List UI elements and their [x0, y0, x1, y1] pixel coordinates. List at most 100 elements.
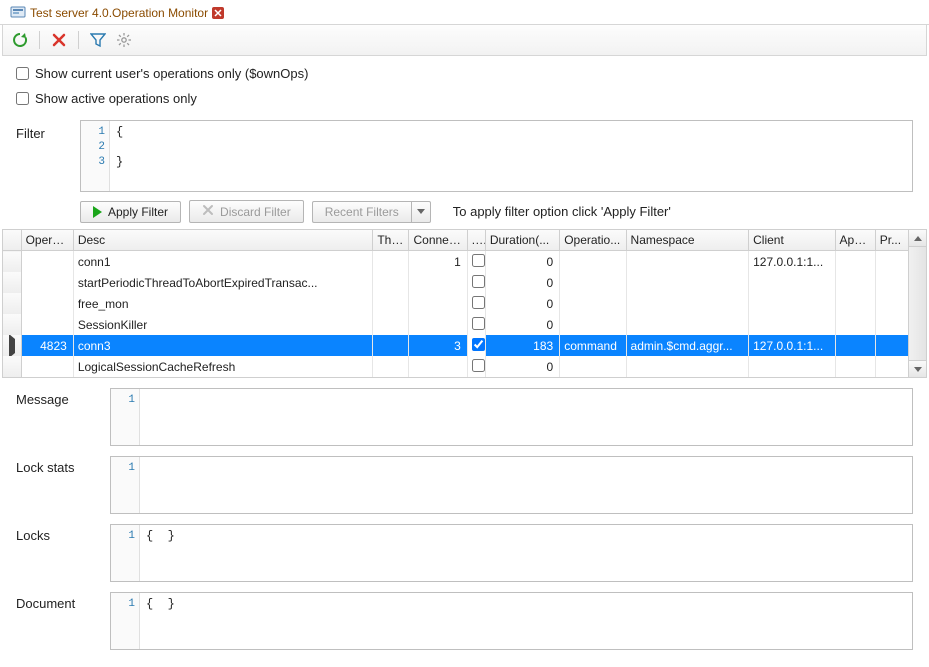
cell-operation [560, 272, 626, 293]
cell-connec [409, 314, 467, 335]
col-thr[interactable]: Thr... [373, 230, 409, 251]
cell-duration: 0 [485, 293, 559, 314]
scroll-up-icon[interactable] [909, 230, 926, 247]
cell-app [835, 293, 875, 314]
table-row[interactable]: startPeriodicThreadToAbortExpiredTransac… [3, 272, 910, 293]
cell-duration: 183 [485, 335, 559, 356]
cell-app [835, 356, 875, 377]
cell-checkbox[interactable] [467, 251, 485, 273]
cell-connec: 3 [409, 335, 467, 356]
col-app[interactable]: App ... [835, 230, 875, 251]
delete-button[interactable] [48, 29, 70, 51]
lock-stats-editor[interactable]: 1 [110, 456, 913, 514]
cell-pr [875, 356, 909, 377]
row-header[interactable] [3, 314, 21, 335]
row-header[interactable] [3, 293, 21, 314]
cell-desc: LogicalSessionCacheRefresh [73, 356, 372, 377]
row-checkbox[interactable] [472, 317, 485, 330]
col-opera[interactable]: Opera... [21, 230, 73, 251]
recent-filters-dropdown[interactable] [411, 201, 431, 223]
row-header[interactable] [3, 356, 21, 377]
col-chk[interactable]: ... [467, 230, 485, 251]
row-checkbox[interactable] [472, 254, 485, 267]
lock-stats-label: Lock stats [16, 456, 96, 475]
grid-header-row: Opera... Desc Thr... Connec... ... Durat… [3, 230, 910, 251]
discard-icon [202, 204, 214, 219]
monitor-icon [10, 5, 26, 21]
recent-filters-button[interactable]: Recent Filters [312, 201, 431, 223]
row-checkbox[interactable] [472, 275, 485, 288]
grid-scrollbar[interactable] [908, 230, 926, 377]
cell-duration: 0 [485, 251, 559, 273]
cell-desc: SessionKiller [73, 314, 372, 335]
cell-opera [21, 356, 73, 377]
locks-label: Locks [16, 524, 96, 543]
cell-connec [409, 272, 467, 293]
cell-desc: conn3 [73, 335, 372, 356]
own-ops-checkbox-row[interactable]: Show current user's operations only ($ow… [16, 66, 913, 81]
message-editor[interactable]: 1 [110, 388, 913, 446]
document-editor[interactable]: 1 { } [110, 592, 913, 650]
detail-locks: Locks 1 { } [0, 524, 929, 592]
row-header[interactable] [3, 251, 21, 273]
col-rowheader[interactable] [3, 230, 21, 251]
table-row[interactable]: conn110127.0.0.1:1... [3, 251, 910, 273]
col-client[interactable]: Client [749, 230, 835, 251]
filter-label: Filter [16, 120, 66, 141]
cell-operation: command [560, 335, 626, 356]
cell-connec: 1 [409, 251, 467, 273]
row-checkbox[interactable] [472, 359, 485, 372]
tab-operation-monitor[interactable]: Test server 4.0.Operation Monitor [4, 3, 230, 23]
cell-desc: free_mon [73, 293, 372, 314]
discard-filter-button[interactable]: Discard Filter [189, 200, 304, 223]
cell-checkbox[interactable] [467, 293, 485, 314]
cell-pr [875, 314, 909, 335]
cell-namespace [626, 272, 749, 293]
cell-thr [373, 251, 409, 273]
cell-duration: 0 [485, 272, 559, 293]
col-pr[interactable]: Pr... [875, 230, 909, 251]
active-only-checkbox-row[interactable]: Show active operations only [16, 91, 913, 106]
col-connec[interactable]: Connec... [409, 230, 467, 251]
cell-checkbox[interactable] [467, 314, 485, 335]
own-ops-checkbox[interactable] [16, 67, 29, 80]
refresh-button[interactable] [9, 29, 31, 51]
cell-checkbox[interactable] [467, 356, 485, 377]
cell-app [835, 251, 875, 273]
scroll-down-icon[interactable] [909, 360, 926, 377]
own-ops-label: Show current user's operations only ($ow… [35, 66, 308, 81]
close-icon[interactable] [212, 7, 224, 19]
col-operation[interactable]: Operatio... [560, 230, 626, 251]
filter-editor[interactable]: 1 2 3 { } [80, 120, 913, 192]
cell-operation [560, 293, 626, 314]
cell-opera [21, 251, 73, 273]
cell-client: 127.0.0.1:1... [749, 251, 835, 273]
filter-icon-button[interactable] [87, 29, 109, 51]
table-row[interactable]: LogicalSessionCacheRefresh0 [3, 356, 910, 377]
table-row[interactable]: free_mon 0 [3, 293, 910, 314]
col-namespace[interactable]: Namespace [626, 230, 749, 251]
row-checkbox[interactable] [472, 296, 485, 309]
col-desc[interactable]: Desc [73, 230, 372, 251]
row-header[interactable] [3, 335, 21, 356]
filter-code[interactable]: { } [110, 121, 912, 191]
gear-icon-button[interactable] [113, 29, 135, 51]
row-checkbox[interactable] [472, 338, 485, 351]
apply-filter-button[interactable]: Apply Filter [80, 201, 181, 223]
table-row[interactable]: 4823conn33183commandadmin.$cmd.aggr...12… [3, 335, 910, 356]
cell-thr [373, 293, 409, 314]
separator [78, 31, 79, 49]
cell-opera [21, 314, 73, 335]
cell-connec [409, 356, 467, 377]
filter-hint: To apply filter option click 'Apply Filt… [453, 204, 671, 219]
cell-checkbox[interactable] [467, 272, 485, 293]
active-only-label: Show active operations only [35, 91, 197, 106]
table-row[interactable]: SessionKiller0 [3, 314, 910, 335]
locks-editor[interactable]: 1 { } [110, 524, 913, 582]
active-only-checkbox[interactable] [16, 92, 29, 105]
cell-thr [373, 356, 409, 377]
row-header[interactable] [3, 272, 21, 293]
col-duration[interactable]: Duration(... [485, 230, 559, 251]
cell-thr [373, 335, 409, 356]
cell-checkbox[interactable] [467, 335, 485, 356]
